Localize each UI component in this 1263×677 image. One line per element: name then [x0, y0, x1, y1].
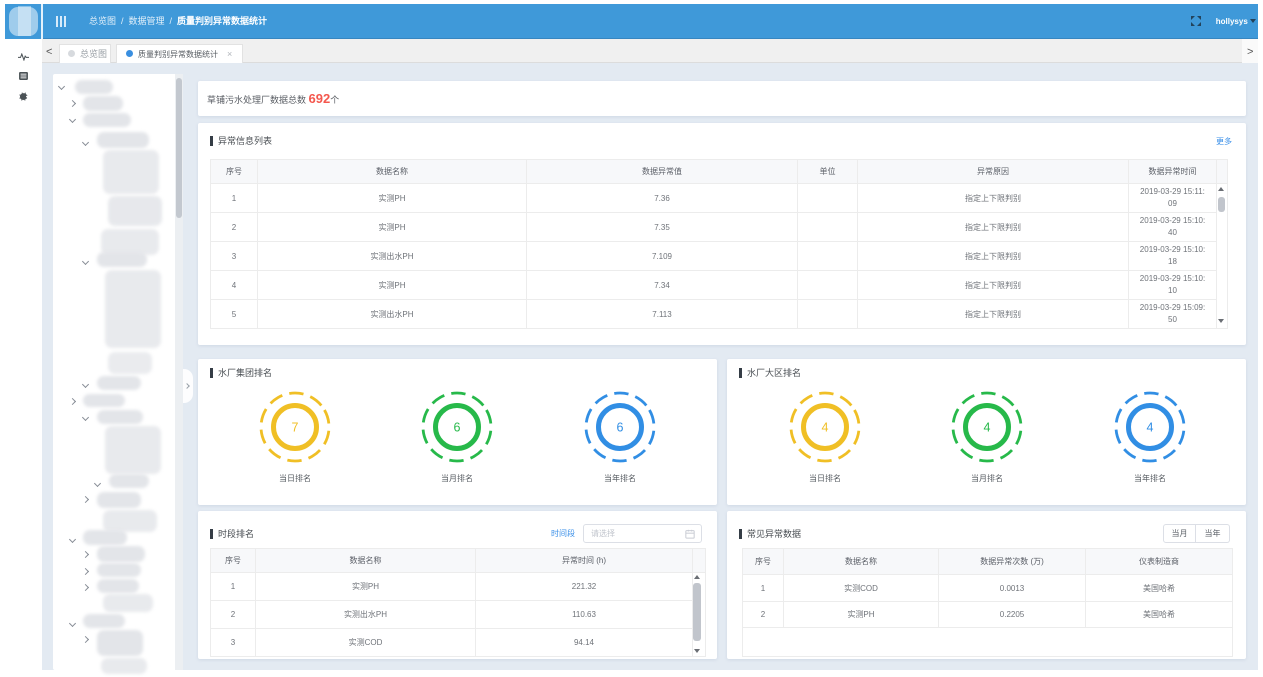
svg-text:4: 4 [822, 421, 829, 435]
svg-text:4: 4 [1147, 421, 1154, 435]
svg-text:6: 6 [617, 421, 624, 435]
svg-text:4: 4 [984, 421, 991, 435]
svg-text:7: 7 [292, 421, 299, 435]
svg-text:6: 6 [454, 421, 461, 435]
